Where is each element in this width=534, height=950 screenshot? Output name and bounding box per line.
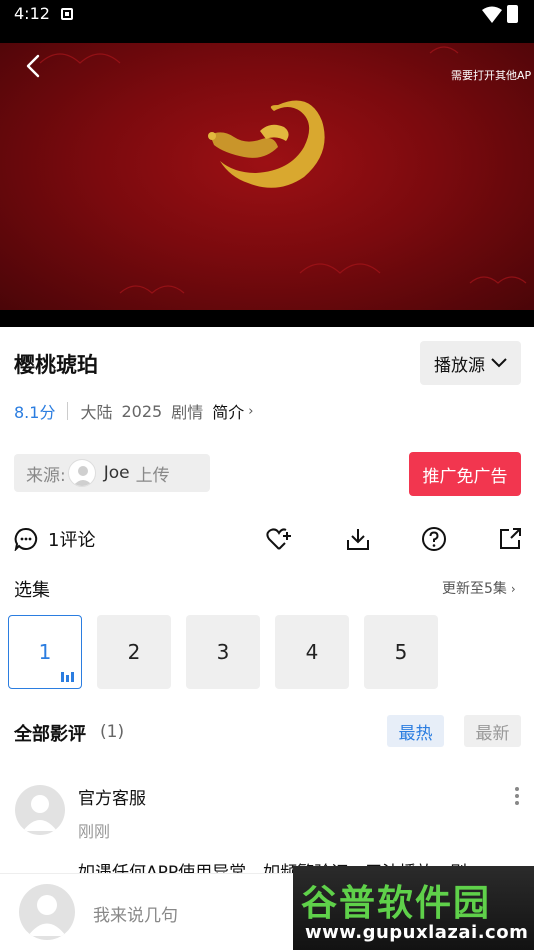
uploader-avatar [67,459,96,487]
sort-hot-button[interactable]: 最热 [387,715,444,747]
episode-item[interactable]: 3 [186,615,260,689]
status-bar: 4:12 [0,0,534,30]
action-bar: 1评论 [0,520,534,556]
reviews-heading: 全部影评 [14,724,86,745]
uploader-prefix: 来源: [26,465,66,486]
episode-item[interactable]: 4 [275,615,349,689]
reviews-count: (1) [100,722,125,742]
comment-icon [14,527,38,551]
video-meta: 8.1分 大陆 2025 剧情 简介 › [14,399,253,423]
comment-input[interactable]: 我来说几句 [93,901,178,926]
video-player[interactable]: 需要打开其他AP [0,30,534,327]
episode-number: 5 [394,640,408,664]
video-title: 樱桃琥珀 [14,353,98,377]
episode-list: 1 2 3 4 5 [8,615,528,689]
promo-ad-free-button[interactable]: 推广免广告 [409,452,521,496]
comment-time: 刚刚 [78,822,111,841]
download-icon[interactable] [345,526,371,552]
sort-new-button[interactable]: 最新 [464,715,521,747]
back-icon[interactable] [20,52,48,80]
share-icon[interactable] [497,526,523,552]
watermark-title: 谷普软件园 [301,883,492,924]
episode-number: 3 [216,640,230,664]
chevron-down-icon [491,358,507,368]
episode-item[interactable]: 5 [364,615,438,689]
year: 2025 [121,401,163,421]
playing-icon [61,672,74,682]
region: 大陆 [80,403,113,422]
uploader-chip[interactable]: 来源: Joe 上传 [14,454,210,492]
wifi-icon [482,6,502,23]
source-button-label: 播放源 [434,355,485,376]
score: 8.1分 [14,403,56,422]
episode-number: 2 [127,640,141,664]
favorite-add-icon[interactable] [266,526,292,552]
episode-number: 4 [305,640,319,664]
episode-number: 1 [38,640,52,664]
comment-count: 1评论 [48,530,96,551]
watermark-url: www.gupuxlazai.com [305,922,529,943]
episode-item[interactable]: 2 [97,615,171,689]
episodes-update-link[interactable]: 更新至5集 › [442,578,516,598]
episodes-heading: 选集 [14,580,50,601]
studio-logo [208,100,325,188]
status-time: 4:12 [14,4,50,23]
chevron-right-icon: › [248,403,254,419]
divider [67,402,69,420]
notification-icon [61,8,73,20]
comment-author: 官方客服 [78,789,146,809]
comment-item: 官方客服 刚刚 如遇任何APP使用异常，如频繁验证、无法播放，则 [0,780,534,875]
episodes-update-text: 更新至5集 [442,581,507,597]
avatar[interactable] [15,785,65,835]
watermark: 谷普软件园 www.gupuxlazai.com [293,866,534,950]
episode-item[interactable]: 1 [8,615,82,689]
uploader-suffix: 上传 [135,465,170,486]
more-icon[interactable] [510,784,524,808]
user-icon [23,795,57,831]
my-avatar [19,884,75,940]
video-frame [0,43,534,310]
uploader-name: Joe [103,463,130,483]
user-icon [28,895,66,936]
player-hint: 需要打开其他AP [451,69,532,82]
source-button[interactable]: 播放源 [420,341,521,385]
comment-button[interactable]: 1评论 [14,526,95,552]
genre: 剧情 [171,403,204,422]
help-icon[interactable] [421,526,447,552]
intro-link[interactable]: 简介 [212,399,244,423]
chevron-right-icon: › [510,582,516,596]
battery-icon [507,5,518,23]
user-icon [72,466,93,486]
